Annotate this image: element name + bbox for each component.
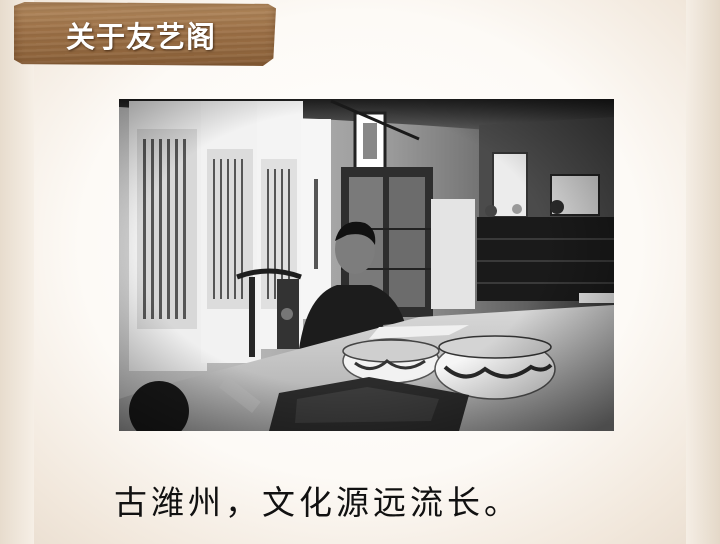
caption-text: 古潍州，文化源远流长。: [114, 483, 521, 522]
page-title: 关于友艺阁: [66, 20, 217, 54]
right-margin-panel: [686, 0, 720, 544]
studio-photo-illustration: [119, 99, 614, 431]
left-margin-panel: [0, 0, 34, 544]
studio-photo: [119, 99, 614, 431]
